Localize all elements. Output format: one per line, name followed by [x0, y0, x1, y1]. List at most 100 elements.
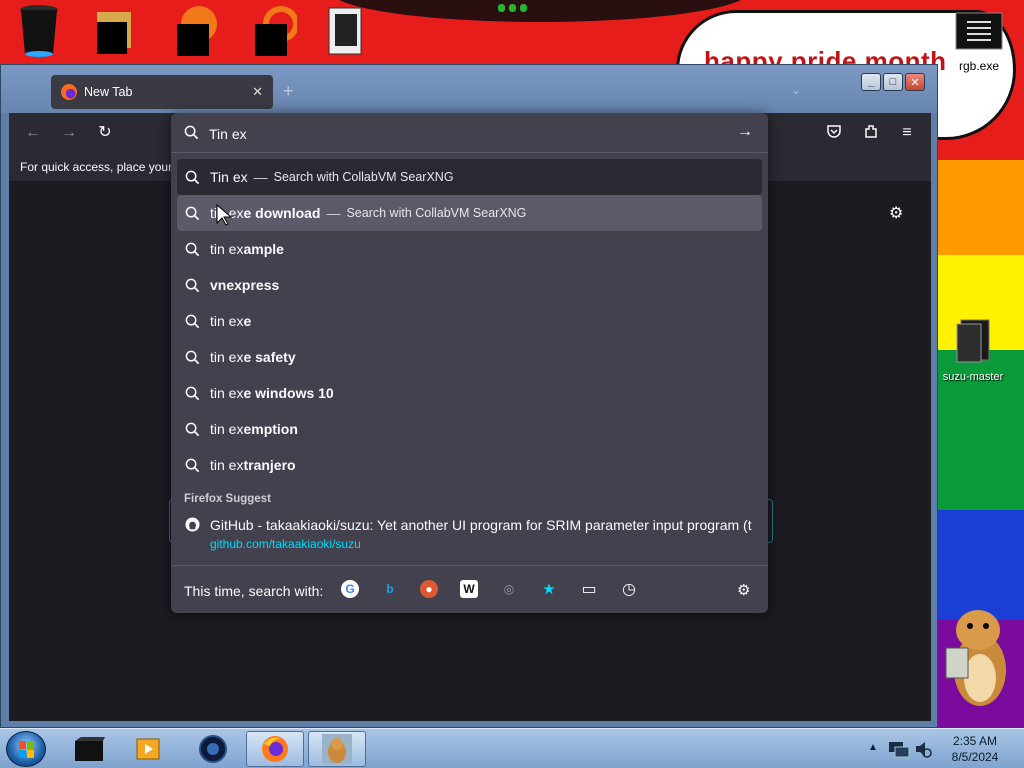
duckduckgo-icon[interactable]: ●: [420, 580, 438, 598]
windows-logo-icon: [19, 741, 34, 758]
suggestion-completion: e windows 10: [243, 385, 334, 401]
suggestion-prefix: tin ex: [210, 421, 244, 437]
taskbar-item-media-player[interactable]: [120, 731, 178, 767]
network-icon[interactable]: [888, 739, 910, 759]
suggestion-completion: e safety: [243, 349, 296, 365]
search-icon: [185, 170, 200, 185]
suggestion-row[interactable]: tin ex emption: [177, 411, 762, 447]
taskbar-item-hamster[interactable]: [308, 731, 366, 767]
globe-icon: [199, 735, 227, 763]
firefox-suggest-heading: Firefox Suggest: [184, 493, 271, 505]
search-icon: [185, 242, 200, 257]
mouse-cursor-icon: [216, 203, 233, 226]
tab-list-button[interactable]: ⌄: [791, 83, 801, 97]
desktop-icon-recycle-bin[interactable]: [4, 4, 74, 63]
taskbar: ▲ 2:35 AM 8/5/2024: [0, 728, 1024, 768]
clock-time: 2:35 AM: [952, 734, 998, 748]
bing-icon[interactable]: b: [381, 580, 399, 598]
extensions-icon[interactable]: [861, 123, 881, 143]
suggestion-prefix: tin ex: [210, 385, 244, 401]
suggestion-completion: ample: [243, 241, 284, 257]
media-player-icon: [136, 738, 160, 760]
wikipedia-icon[interactable]: W: [460, 580, 478, 598]
search-icon: [185, 314, 200, 329]
desktop-icon-rgb-exe[interactable]: rgb.exe: [944, 12, 1014, 73]
url-input[interactable]: [209, 123, 729, 145]
suggestion-row[interactable]: tin ex ample: [177, 231, 762, 267]
suggestion-separator: —: [326, 205, 341, 221]
urlbar-dropdown: → Tin ex — Search with CollabVM SearXNG ti…: [171, 113, 768, 613]
desktop-icon-5[interactable]: [310, 6, 380, 61]
suggestion-row[interactable]: tin ex e windows 10: [177, 375, 762, 411]
close-button[interactable]: ✕: [905, 73, 925, 91]
terminal-box-icon: [75, 737, 105, 761]
search-icon: [184, 125, 199, 140]
start-button[interactable]: [6, 731, 46, 767]
suggestion-prefix: tin ex: [210, 349, 244, 365]
suggestion-row[interactable]: tin exe download—Search with CollabVM Se…: [177, 195, 762, 231]
firefox-icon: [262, 736, 288, 762]
suggestion-row[interactable]: tin ex tranjero: [177, 447, 762, 483]
one-off-label: This time, search with:: [184, 583, 324, 599]
new-tab-button[interactable]: +: [283, 81, 294, 102]
minimize-button[interactable]: _: [861, 73, 881, 91]
suggestion-row[interactable]: vnexpress: [177, 267, 762, 303]
desktop-icon-2[interactable]: [74, 8, 144, 61]
suggestion-completion: emption: [243, 421, 298, 437]
tabs-icon[interactable]: ▭: [580, 580, 598, 598]
hamster-character-icon: [945, 610, 1006, 706]
suggest-title: GitHub - takaakiaoki/suzu: Yet another U…: [210, 517, 752, 533]
suggestion-row[interactable]: tin ex e: [177, 303, 762, 339]
hamster-icon: [322, 734, 352, 764]
app-icon: [177, 6, 217, 56]
folder-icon: [956, 319, 990, 363]
terminal-icon: [955, 12, 1003, 50]
suggestion-action: Search with CollabVM SearXNG: [273, 170, 454, 184]
desktop-icon-3[interactable]: [152, 6, 222, 61]
tray-expand-icon[interactable]: ▲: [868, 742, 878, 753]
search-settings-gear-icon[interactable]: ⚙: [737, 581, 750, 599]
volume-icon[interactable]: [914, 739, 932, 759]
suggestion-row[interactable]: Tin ex — Search with CollabVM SearXNG: [177, 159, 762, 195]
suggestion-completion: tranjero: [243, 457, 296, 473]
github-icon: [185, 517, 200, 532]
back-arrow-icon[interactable]: ←: [23, 123, 43, 143]
tab-close-icon[interactable]: ✕: [252, 84, 263, 100]
searxng-icon[interactable]: ◎: [500, 580, 518, 598]
taskbar-item-explorer[interactable]: [60, 731, 118, 767]
taskbar-item-app[interactable]: [184, 731, 242, 767]
forward-arrow-icon[interactable]: →: [59, 123, 79, 143]
pocket-icon[interactable]: [824, 123, 844, 143]
maximize-button[interactable]: □: [883, 73, 903, 91]
urlbar-input-row: →: [171, 113, 768, 153]
google-icon[interactable]: G: [341, 580, 359, 598]
suggestion-completion: e download: [243, 205, 321, 221]
search-icon: [185, 422, 200, 437]
app-icon: [255, 6, 299, 56]
newtab-settings-gear-icon[interactable]: ⚙: [889, 203, 903, 223]
system-clock[interactable]: 2:35 AM 8/5/2024: [940, 733, 1010, 765]
search-icon: [185, 458, 200, 473]
suggestion-prefix: tin ex: [210, 241, 244, 257]
suggestion-action: Search with CollabVM SearXNG: [346, 206, 527, 220]
taskbar-item-firefox[interactable]: [246, 731, 304, 767]
firefox-icon: [61, 84, 77, 100]
search-icon: [185, 386, 200, 401]
firefox-suggest-row[interactable]: GitHub - takaakiaoki/suzu: Yet another U…: [177, 509, 762, 557]
one-off-search-bar: This time, search with: G b ● W ◎ ★ ▭ ◷ …: [171, 565, 768, 613]
desktop-icon-suzu-master[interactable]: suzu-master: [938, 318, 1008, 383]
bookmarks-icon[interactable]: ★: [540, 580, 558, 598]
suggestion-completion: vnexpress: [210, 277, 280, 293]
recycle-bin-icon: [20, 5, 58, 57]
tab-title: New Tab: [84, 85, 133, 99]
desktop-icon-4[interactable]: [232, 6, 302, 61]
window-controls: _ □ ✕: [861, 73, 925, 91]
menu-icon[interactable]: ≡: [897, 123, 917, 143]
tab-new-tab[interactable]: New Tab ✕: [51, 75, 273, 109]
suggestion-prefix: Tin ex: [210, 169, 248, 185]
suggestion-row[interactable]: tin ex e safety: [177, 339, 762, 375]
reload-icon[interactable]: ↻: [95, 123, 115, 143]
history-icon[interactable]: ◷: [620, 580, 638, 598]
go-arrow-icon[interactable]: →: [737, 123, 753, 141]
suggest-url: github.com/takaakiaoki/suzu: [210, 537, 361, 551]
